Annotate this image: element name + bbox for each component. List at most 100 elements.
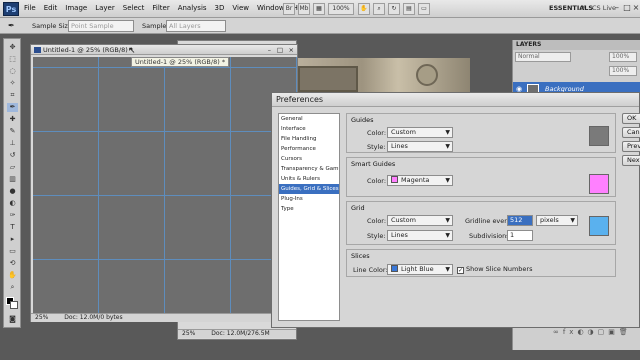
eraser-tool-icon[interactable]: ▱: [7, 163, 18, 172]
doc2-photo-detail: [416, 64, 438, 86]
extras-icon[interactable]: ▦: [313, 3, 325, 15]
zoom-icon[interactable]: ⌕: [373, 3, 385, 15]
guides-color-label: Color:: [367, 129, 387, 137]
document-window-1[interactable]: Untitled-1 @ 25% (RGB/8) * – □ × 25% Doc…: [30, 44, 298, 322]
zoom-level-select[interactable]: 100%: [328, 3, 354, 15]
menu-file[interactable]: File: [24, 4, 36, 12]
minimize-icon[interactable]: –: [612, 3, 622, 13]
options-bar: ✒ Sample Size: Point Sample Sample: All …: [0, 18, 640, 34]
sample-select[interactable]: All Layers: [166, 20, 226, 32]
gridline-every-input[interactable]: 512: [507, 215, 533, 226]
zoom-tool-icon[interactable]: ⌕: [7, 283, 18, 292]
cancel-button[interactable]: Cancel: [622, 127, 640, 138]
grid-color-select[interactable]: Custom ▼: [387, 215, 453, 226]
menu-select[interactable]: Select: [123, 4, 145, 12]
category-transparency-gamut[interactable]: Transparency & Gamut: [279, 164, 339, 174]
doc2-zoom[interactable]: 25%: [182, 330, 195, 337]
menu-3d[interactable]: 3D: [215, 4, 225, 12]
gradient-tool-icon[interactable]: ▥: [7, 175, 18, 184]
history-brush-tool-icon[interactable]: ↺: [7, 151, 18, 160]
dodge-tool-icon[interactable]: ◐: [7, 199, 18, 208]
clone-stamp-tool-icon[interactable]: ⊥: [7, 139, 18, 148]
guides-color-swatch[interactable]: [589, 126, 609, 146]
doc1-minimize-icon[interactable]: –: [268, 45, 271, 55]
guides-color-select[interactable]: Custom ▼: [387, 127, 453, 138]
doc1-maximize-icon[interactable]: □: [277, 45, 283, 55]
category-type[interactable]: Type: [279, 204, 339, 214]
doc1-title-bar[interactable]: Untitled-1 @ 25% (RGB/8) * – □ ×: [31, 45, 297, 55]
menu-layer[interactable]: Layer: [95, 4, 115, 12]
rotate-view-icon[interactable]: ↻: [388, 3, 400, 15]
smart-guides-color-select[interactable]: Magenta ▼: [387, 175, 453, 186]
menu-window[interactable]: Window: [257, 4, 285, 12]
crop-tool-icon[interactable]: ⌗: [7, 91, 18, 100]
layer-panel-footer-icons[interactable]: ∞fx◐◑▢▣🗑: [553, 328, 632, 336]
category-interface[interactable]: Interface: [279, 124, 339, 134]
prev-button[interactable]: Prev: [622, 141, 640, 152]
close-icon[interactable]: ×: [631, 3, 640, 13]
category-units-rulers[interactable]: Units & Rulers: [279, 174, 339, 184]
bridge-icon[interactable]: Br: [283, 3, 295, 15]
lasso-tool-icon[interactable]: ◌: [7, 67, 18, 76]
guides-style-select[interactable]: Lines ▼: [387, 141, 453, 152]
menu-filter[interactable]: Filter: [152, 4, 169, 12]
mouse-cursor-icon: ↖: [128, 46, 136, 56]
workspace-switcher[interactable]: ESSENTIALS: [549, 4, 593, 12]
hand-tool-icon[interactable]: ✋: [7, 271, 18, 280]
slices-line-color-label: Line Color:: [353, 266, 388, 274]
show-slice-numbers-checkbox[interactable]: ✓ Show Slice Numbers: [457, 265, 532, 274]
mini-bridge-icon[interactable]: Mb: [298, 3, 310, 15]
layers-tab[interactable]: LAYERS: [513, 40, 640, 50]
sample-label: Sample:: [142, 22, 169, 30]
doc1-zoom[interactable]: 25%: [35, 314, 48, 321]
shape-tool-icon[interactable]: ▭: [7, 247, 18, 256]
path-selection-tool-icon[interactable]: ▸: [7, 235, 18, 244]
menu-edit[interactable]: Edit: [44, 4, 58, 12]
dropdown-arrow-icon: ▼: [570, 217, 575, 224]
doc1-canvas[interactable]: [33, 57, 297, 313]
category-guides-grid-slices[interactable]: Guides, Grid & Slices: [279, 184, 339, 194]
sample-size-select[interactable]: Point Sample: [68, 20, 134, 32]
checkbox-check-icon[interactable]: ✓: [457, 267, 464, 274]
quick-select-tool-icon[interactable]: ✧: [7, 79, 18, 88]
3d-rotate-tool-icon[interactable]: ⟲: [7, 259, 18, 268]
eyedropper-icon[interactable]: ✒: [8, 21, 15, 30]
quick-mask-icon[interactable]: ◙: [7, 315, 18, 324]
category-cursors[interactable]: Cursors: [279, 154, 339, 164]
show-slice-numbers-label: Show Slice Numbers: [466, 265, 533, 273]
blend-mode-select[interactable]: Normal: [515, 52, 571, 62]
workspace-menu-arrow-icon[interactable]: »: [582, 3, 586, 11]
ok-button[interactable]: OK: [622, 113, 640, 124]
menu-analysis[interactable]: Analysis: [178, 4, 207, 12]
pen-tool-icon[interactable]: ✑: [7, 211, 18, 220]
grid-style-select[interactable]: Lines ▼: [387, 230, 453, 241]
eyedropper-tool-icon[interactable]: ✒: [7, 103, 18, 112]
marquee-tool-icon[interactable]: ⬚: [7, 55, 18, 64]
background-color-swatch[interactable]: [10, 301, 18, 309]
grid-color-swatch[interactable]: [589, 216, 609, 236]
fill-field[interactable]: 100%: [609, 66, 637, 76]
move-tool-icon[interactable]: ✥: [7, 43, 18, 52]
next-button[interactable]: Next: [622, 155, 640, 166]
hand-icon[interactable]: ✋: [358, 3, 370, 15]
smart-guides-color-swatch[interactable]: [589, 174, 609, 194]
blur-tool-icon[interactable]: ●: [7, 187, 18, 196]
brush-tool-icon[interactable]: ✎: [7, 127, 18, 136]
category-plug-ins[interactable]: Plug-Ins: [279, 194, 339, 204]
subdivisions-input[interactable]: 1: [507, 230, 533, 241]
opacity-field[interactable]: 100%: [609, 52, 637, 62]
category-performance[interactable]: Performance: [279, 144, 339, 154]
type-tool-icon[interactable]: T: [7, 223, 18, 232]
doc1-close-icon[interactable]: ×: [289, 45, 294, 55]
slices-line-color-select[interactable]: Light Blue ▼: [387, 264, 453, 275]
category-file-handling[interactable]: File Handling: [279, 134, 339, 144]
guides-style-value: Lines: [391, 142, 408, 150]
screen-mode-icon[interactable]: ▭: [418, 3, 430, 15]
category-general[interactable]: General: [279, 114, 339, 124]
gridline-unit-select[interactable]: pixels ▼: [536, 215, 578, 226]
menu-view[interactable]: View: [232, 4, 249, 12]
arrange-documents-icon[interactable]: ▤: [403, 3, 415, 15]
healing-brush-tool-icon[interactable]: ✚: [7, 115, 18, 124]
menu-image[interactable]: Image: [65, 4, 87, 12]
preferences-category-list: General Interface File Handling Performa…: [278, 113, 340, 321]
